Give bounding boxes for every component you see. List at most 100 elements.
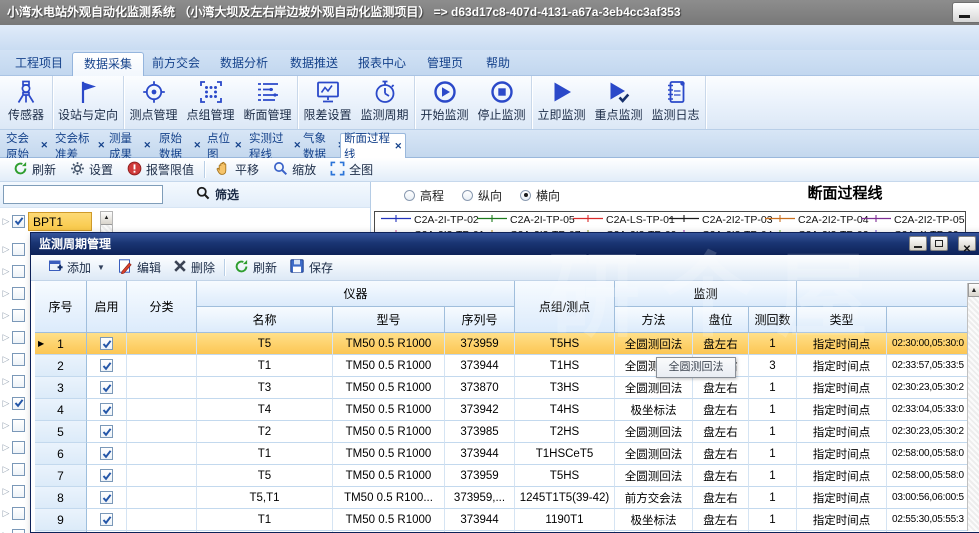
cell-enabled[interactable]: [87, 421, 127, 443]
key-monitor-button[interactable]: 重点监测: [590, 78, 647, 128]
station-orientation-button[interactable]: 设站与定向: [54, 78, 122, 128]
checkbox[interactable]: [100, 381, 113, 394]
filter-button[interactable]: 筛选: [190, 185, 245, 204]
tree-item-2[interactable]: ▷: [0, 283, 25, 303]
menu-tab-0[interactable]: 工程项目: [10, 52, 68, 76]
expander-icon[interactable]: ▷: [0, 376, 12, 387]
tolerance-settings-button[interactable]: 限差设置: [299, 78, 356, 128]
doc-tab-4[interactable]: 点位图 ✕: [204, 133, 245, 161]
expander-icon[interactable]: ▷: [0, 508, 12, 519]
tree-item-11[interactable]: ▷: [0, 481, 25, 501]
section-manage-button[interactable]: 断面管理: [239, 78, 296, 128]
scroll-up-icon[interactable]: ▲: [968, 283, 979, 297]
cell-enabled[interactable]: [87, 333, 127, 355]
radio-dot-icon[interactable]: [404, 189, 415, 201]
checkbox[interactable]: [100, 359, 113, 372]
radio-0[interactable]: 高程: [404, 187, 444, 204]
menu-tab-4[interactable]: 数据推送: [282, 52, 346, 76]
close-icon[interactable]: ✕: [193, 140, 201, 151]
expander-icon[interactable]: ▷: [0, 486, 12, 497]
close-icon[interactable]: ✕: [143, 140, 151, 151]
table-scrollbar[interactable]: ▲: [967, 283, 979, 531]
checkbox[interactable]: [12, 484, 25, 498]
stop-monitor-button[interactable]: 停止监测: [473, 78, 530, 128]
expander-icon[interactable]: ▷: [0, 354, 12, 365]
expander-icon[interactable]: ▷: [0, 244, 12, 255]
menu-tab-1[interactable]: 数据采集: [72, 52, 144, 76]
chevron-down-icon[interactable]: ▼: [97, 263, 105, 272]
close-icon[interactable]: ✕: [394, 141, 402, 152]
cell-enabled[interactable]: [87, 443, 127, 465]
zoom-button[interactable]: 缩放: [266, 160, 323, 180]
alarm-limit-button[interactable]: 报警限值: [120, 160, 201, 180]
tree-scrollbar[interactable]: ▲: [100, 211, 113, 233]
dialog-titlebar[interactable]: 监测周期管理 ✕: [31, 233, 979, 255]
refresh-button[interactable]: 刷新: [228, 258, 283, 278]
checkbox[interactable]: [12, 242, 25, 256]
checkbox[interactable]: [12, 418, 25, 432]
checkbox[interactable]: [12, 440, 25, 454]
checkbox[interactable]: [12, 352, 25, 366]
checkbox[interactable]: [100, 491, 113, 504]
expander-icon[interactable]: ▷: [0, 332, 12, 343]
delete-button[interactable]: 删除: [167, 258, 221, 278]
settings-button[interactable]: 设置: [63, 160, 120, 180]
expander-icon[interactable]: ▷: [0, 530, 12, 533]
tree-item-10[interactable]: ▷: [0, 459, 25, 479]
add-button[interactable]: 添加 ▼: [41, 258, 111, 278]
menu-tab-3[interactable]: 数据分析: [212, 52, 276, 76]
menu-tab-7[interactable]: 帮助: [478, 52, 518, 76]
edit-button[interactable]: 编辑: [111, 258, 167, 278]
tree-item-selected[interactable]: ▷ BPT1: [0, 211, 92, 231]
expander-icon[interactable]: ▷: [0, 420, 12, 431]
close-icon[interactable]: ✕: [40, 140, 48, 151]
checkbox[interactable]: [100, 513, 113, 526]
sensor-button[interactable]: 传感器: [1, 78, 51, 128]
checkbox[interactable]: [100, 337, 113, 350]
monitor-period-button[interactable]: 监测周期: [356, 78, 413, 128]
tree-item-0[interactable]: ▷: [0, 239, 25, 259]
checkbox[interactable]: [12, 462, 25, 476]
checkbox[interactable]: [12, 374, 25, 388]
checkbox[interactable]: [12, 396, 25, 410]
cell-enabled[interactable]: [87, 487, 127, 509]
tree-item-7[interactable]: ▷: [0, 393, 25, 413]
start-monitor-button[interactable]: 开始监测: [416, 78, 473, 128]
dialog-minimize-button[interactable]: [909, 236, 927, 251]
monitor-log-button[interactable]: 监测日志: [647, 78, 704, 128]
window-control-button[interactable]: [952, 2, 979, 23]
doc-tab-1[interactable]: 交会标准差 ✕: [52, 133, 108, 161]
tree-item-6[interactable]: ▷: [0, 371, 25, 391]
checkbox[interactable]: [12, 506, 25, 520]
checkbox[interactable]: [100, 469, 113, 482]
tree-item-12[interactable]: ▷: [0, 503, 25, 523]
menu-tab-6[interactable]: 管理页: [420, 52, 470, 76]
scroll-up-icon[interactable]: ▲: [101, 212, 112, 225]
tree-item-13[interactable]: ▷: [0, 525, 25, 533]
expander-icon[interactable]: ▷: [0, 288, 12, 299]
tree-item-1[interactable]: ▷: [0, 261, 25, 281]
cell-enabled[interactable]: [87, 377, 127, 399]
radio-dot-icon[interactable]: [462, 189, 474, 201]
full-view-button[interactable]: 全图: [323, 160, 380, 180]
selected-point-group[interactable]: BPT1: [28, 211, 92, 231]
expander-icon[interactable]: ▷: [0, 464, 12, 475]
checkbox[interactable]: [12, 330, 25, 344]
filter-input[interactable]: [3, 185, 163, 204]
doc-tab-7[interactable]: 断面过程线 ✕: [340, 133, 406, 161]
expander-icon[interactable]: ▷: [0, 442, 12, 453]
close-icon[interactable]: ✕: [234, 140, 242, 151]
doc-tab-2[interactable]: 测量成果 ✕: [106, 133, 154, 161]
tree-item-9[interactable]: ▷: [0, 437, 25, 457]
save-button[interactable]: 保存: [283, 258, 339, 278]
cell-enabled[interactable]: [87, 399, 127, 421]
refresh-button[interactable]: 刷新: [6, 160, 63, 180]
expander-icon[interactable]: ▷: [0, 398, 12, 409]
doc-tab-5[interactable]: 实测过程线 ✕: [246, 133, 304, 161]
doc-tab-3[interactable]: 原始数据 ✕: [156, 133, 204, 161]
checkbox[interactable]: [12, 264, 25, 278]
cell-enabled[interactable]: [87, 355, 127, 377]
checkbox[interactable]: [100, 447, 113, 460]
expander-icon[interactable]: ▷: [0, 216, 12, 227]
checkbox[interactable]: [12, 214, 25, 228]
